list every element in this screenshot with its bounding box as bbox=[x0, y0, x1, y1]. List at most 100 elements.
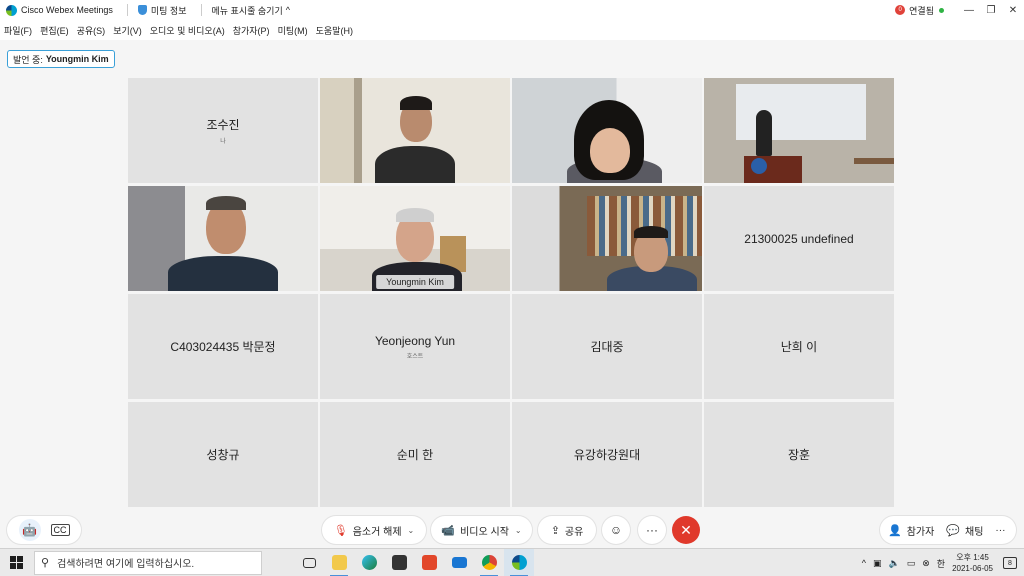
chevron-up-icon[interactable]: ^ bbox=[862, 558, 866, 568]
mail-icon[interactable] bbox=[444, 549, 474, 576]
participant-name: 조수진 bbox=[206, 118, 240, 132]
menu-bar: 파일(F) 편집(E) 공유(S) 보기(V) 오디오 및 비디오(A) 참가자… bbox=[0, 20, 1024, 40]
participant-video-tile[interactable] bbox=[512, 186, 702, 291]
participant-name: 난희 이 bbox=[780, 340, 818, 354]
chat-button[interactable]: 💬 채팅 bbox=[946, 523, 983, 538]
shield-icon bbox=[137, 5, 147, 15]
assistant-group: 🤖 CC bbox=[7, 516, 81, 544]
active-speaker-prefix: 발언 중: bbox=[13, 54, 43, 65]
chrome-icon[interactable] bbox=[474, 549, 504, 576]
participant-name: 순미 한 bbox=[396, 448, 434, 462]
start-video-button[interactable]: 📹 비디오 시작 ⌄ bbox=[431, 516, 532, 544]
smiley-icon: ☺ bbox=[609, 523, 623, 537]
minimize-button[interactable]: — bbox=[958, 5, 980, 16]
chevron-down-icon[interactable]: ⌄ bbox=[515, 526, 522, 535]
video-grid: 조수진 나 Youngmin Kim 21300025 undefined C4… bbox=[128, 78, 896, 508]
person-icon: 👤 bbox=[888, 524, 902, 537]
menu-view[interactable]: 보기(V) bbox=[113, 24, 142, 37]
taskbar-clock[interactable]: 오후 1:45 2021-06-05 bbox=[952, 552, 993, 574]
reactions-button[interactable]: ☺ bbox=[602, 516, 630, 544]
office-icon[interactable] bbox=[414, 549, 444, 576]
participant-video-tile[interactable] bbox=[704, 78, 894, 183]
chevron-down-icon[interactable]: ⌄ bbox=[408, 526, 415, 535]
participant-tile[interactable]: 조수진 나 bbox=[128, 78, 318, 183]
participant-role: 나 bbox=[220, 139, 226, 145]
meeting-controls: 🤖 CC 🎙 음소거 해제 ⌄ 📹 비디오 시작 ⌄ ⇪ 공유 ☺ ··· ✕ … bbox=[0, 512, 1024, 548]
menu-edit[interactable]: 편집(E) bbox=[40, 24, 69, 37]
more-options-button[interactable]: ··· bbox=[638, 516, 666, 544]
meeting-info-button[interactable]: 미팅 정보 bbox=[137, 4, 187, 17]
participant-tile[interactable]: 유강하강원대 bbox=[512, 402, 702, 507]
participant-tile[interactable]: 김대중 bbox=[512, 294, 702, 399]
menu-participants[interactable]: 참가자(P) bbox=[233, 24, 270, 37]
file-explorer-icon[interactable] bbox=[324, 549, 354, 576]
restore-button[interactable]: ❐ bbox=[980, 5, 1002, 16]
participant-tile[interactable]: 장훈 bbox=[704, 402, 894, 507]
webex-assistant-icon[interactable]: 🤖 bbox=[18, 519, 41, 541]
participant-tile[interactable]: 21300025 undefined bbox=[704, 186, 894, 291]
clock-date: 2021-06-05 bbox=[952, 564, 993, 573]
chat-label: 채팅 bbox=[965, 526, 984, 538]
participant-role: 호스트 bbox=[406, 353, 424, 360]
participant-nameplate: Youngmin Kim bbox=[376, 275, 454, 289]
panel-more-button[interactable]: ··· bbox=[995, 525, 1005, 536]
connection-badge: 0 bbox=[895, 5, 906, 15]
title-divider bbox=[200, 4, 202, 16]
microphone-muted-icon: 🎙 bbox=[333, 524, 348, 537]
participant-video-tile[interactable] bbox=[512, 78, 702, 183]
participant-video-tile[interactable] bbox=[128, 186, 318, 291]
video-feed bbox=[512, 186, 702, 291]
participant-video-tile[interactable] bbox=[320, 78, 510, 183]
edge-browser-icon[interactable] bbox=[354, 549, 384, 576]
store-icon[interactable] bbox=[384, 549, 414, 576]
menu-share[interactable]: 공유(S) bbox=[77, 24, 106, 37]
participant-tile[interactable]: 성창규 bbox=[128, 402, 318, 507]
menu-audio-video[interactable]: 오디오 및 비디오(A) bbox=[150, 24, 225, 37]
unmute-label: 음소거 해제 bbox=[352, 526, 402, 538]
menu-meeting[interactable]: 미팅(M) bbox=[278, 24, 308, 37]
video-feed bbox=[128, 186, 318, 291]
windows-start-icon[interactable] bbox=[10, 555, 24, 570]
video-feed bbox=[512, 78, 702, 183]
app-name: Cisco Webex Meetings bbox=[21, 5, 113, 15]
more-icon: ··· bbox=[646, 523, 658, 537]
participant-tile[interactable]: 난희 이 bbox=[704, 294, 894, 399]
notification-icon[interactable]: 8 bbox=[1003, 557, 1017, 569]
menu-file[interactable]: 파일(F) bbox=[4, 24, 32, 37]
participants-button[interactable]: 👤 참가자 bbox=[888, 523, 934, 538]
webex-taskbar-icon[interactable] bbox=[504, 548, 534, 576]
participant-video-tile-active[interactable]: Youngmin Kim bbox=[320, 186, 510, 291]
participant-name: C403024435 박문정 bbox=[170, 340, 276, 354]
hide-menu-button[interactable]: 메뉴 표시줄 숨기기 ^ bbox=[212, 4, 290, 17]
participant-tile[interactable]: 순미 한 bbox=[320, 402, 510, 507]
search-icon: ⚲ bbox=[41, 557, 50, 569]
menu-help[interactable]: 도움말(H) bbox=[316, 24, 353, 37]
meeting-info-label: 미팅 정보 bbox=[150, 5, 187, 16]
title-bar: Cisco Webex Meetings 미팅 정보 메뉴 표시줄 숨기기 ^ … bbox=[0, 0, 1024, 20]
participant-name: 장훈 bbox=[787, 448, 811, 462]
clock-time: 오후 1:45 bbox=[956, 553, 989, 562]
participant-tile[interactable]: C403024435 박문정 bbox=[128, 294, 318, 399]
speaker-icon[interactable]: 🔈 bbox=[889, 558, 900, 569]
unmute-button[interactable]: 🎙 음소거 해제 ⌄ bbox=[322, 516, 426, 544]
participant-tile[interactable]: Yeonjeong Yun 호스트 bbox=[320, 294, 510, 399]
ime-indicator[interactable]: 한 bbox=[937, 557, 945, 570]
close-button[interactable]: ✕ bbox=[1002, 5, 1024, 16]
taskbar-search-box[interactable]: ⚲ 검색하려면 여기에 입력하십시오. bbox=[34, 550, 262, 575]
connection-status[interactable]: 연결됨 bbox=[909, 4, 934, 17]
participant-name: 성창규 bbox=[206, 448, 240, 462]
closed-captions-icon[interactable]: CC bbox=[50, 524, 70, 536]
sync-icon[interactable]: ⊗ bbox=[922, 558, 930, 569]
connected-indicator-icon bbox=[939, 7, 944, 13]
end-meeting-button[interactable]: ✕ bbox=[672, 516, 700, 544]
network-icon[interactable]: ▣ bbox=[873, 558, 882, 569]
battery-icon[interactable]: ▭ bbox=[907, 558, 916, 569]
start-video-label: 비디오 시작 bbox=[460, 526, 509, 538]
taskbar-search-placeholder: 검색하려면 여기에 입력하십시오. bbox=[57, 559, 195, 570]
share-button[interactable]: ⇪ 공유 bbox=[538, 516, 596, 544]
hide-menu-label: 메뉴 표시줄 숨기기 bbox=[211, 5, 283, 16]
task-view-icon[interactable] bbox=[294, 549, 324, 576]
participants-label: 참가자 bbox=[906, 526, 935, 538]
participant-name: 유강하강원대 bbox=[573, 448, 641, 462]
participant-name: 김대중 bbox=[590, 340, 624, 354]
